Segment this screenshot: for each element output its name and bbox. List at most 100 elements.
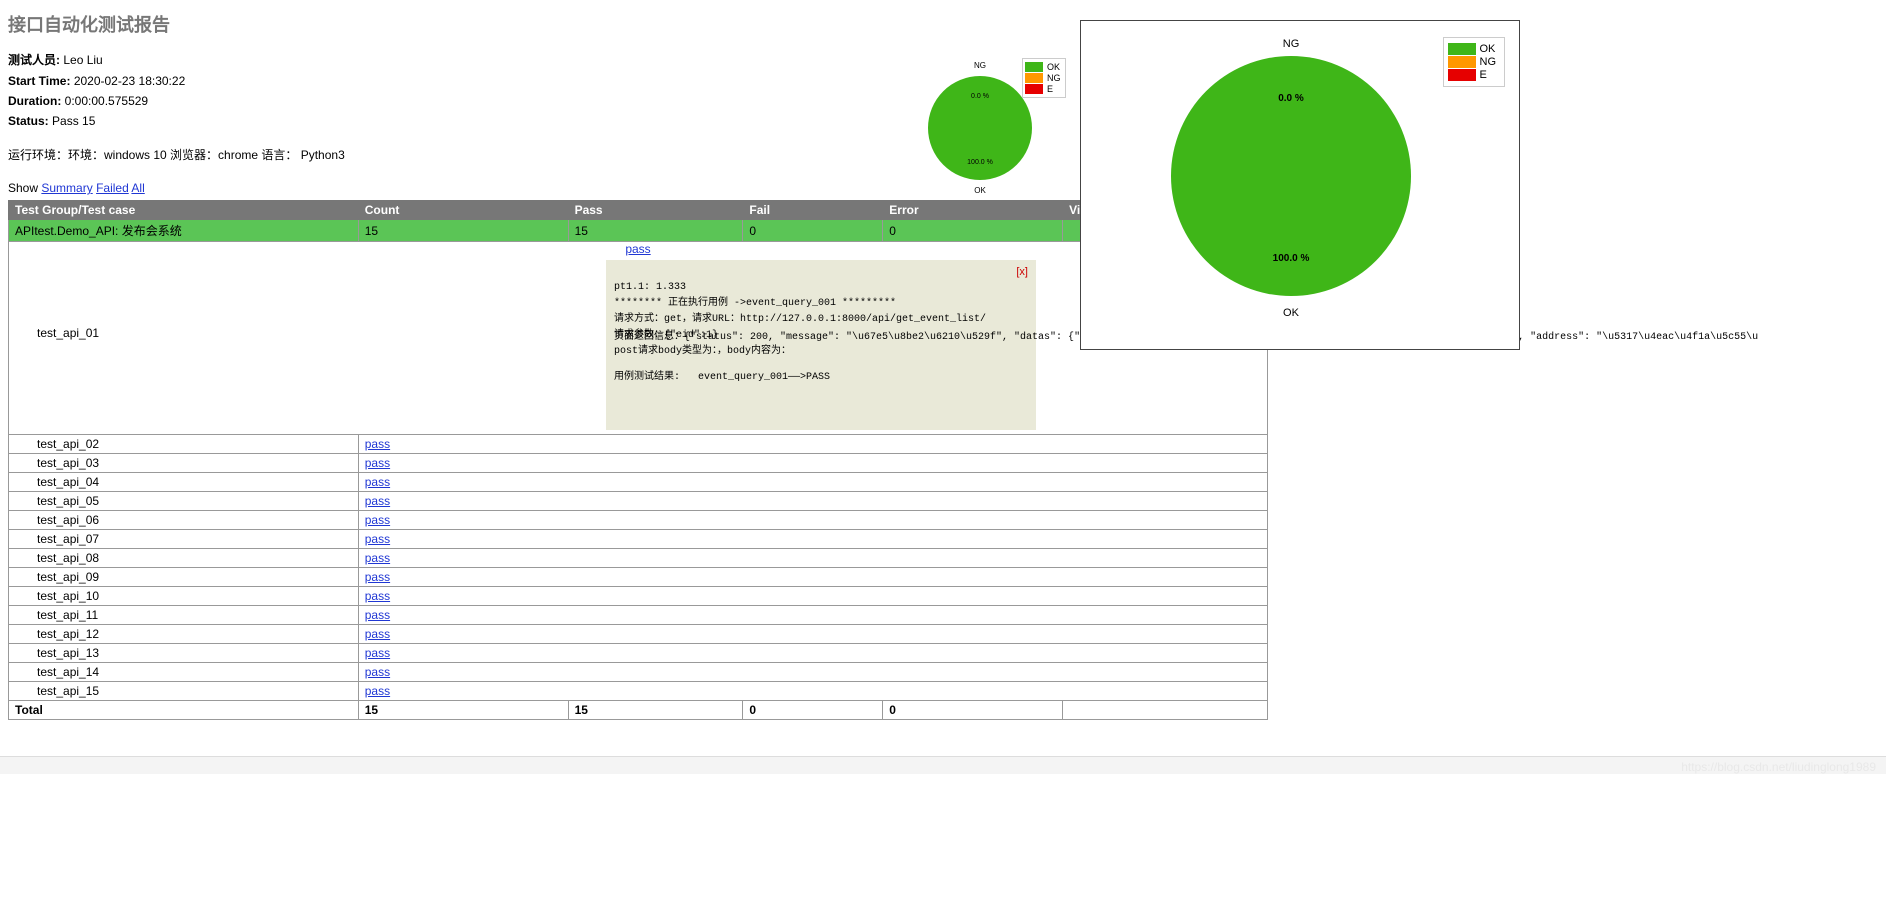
result-link[interactable]: pass <box>365 532 390 546</box>
case-name: test_api_14 <box>9 663 359 682</box>
legend-ng-swatch <box>1448 56 1476 68</box>
group-row: APItest.Demo_API: 发布会系统 15 15 0 0 <box>9 220 1268 242</box>
legend-e-label: E <box>1480 69 1487 81</box>
case-name: test_api_12 <box>9 625 359 644</box>
result-link[interactable]: pass <box>365 475 390 489</box>
case-result: pass <box>358 682 1267 701</box>
case-name: test_api_02 <box>9 435 359 454</box>
case-result: pass <box>358 549 1267 568</box>
result-link[interactable]: pass <box>365 646 390 660</box>
case-row: test_api_09 pass <box>9 568 1268 587</box>
result-link[interactable]: pass <box>365 665 390 679</box>
watermark-text: https://blog.csdn.net/liudinglong1989 <box>1681 760 1876 774</box>
large-pie-chart: NG 0.0 % 100.0 % OK OK NG E <box>1080 20 1520 350</box>
case-row: test_api_04pass <box>9 473 1268 492</box>
case-name: test_api_01 <box>37 326 99 340</box>
chart-small-bottom-label: OK <box>974 186 986 195</box>
summary-link[interactable]: Summary <box>41 181 92 195</box>
chart-small-top-pct: 0.0 % <box>971 93 989 100</box>
status-label: Status: <box>8 114 49 128</box>
case-result: pass <box>358 435 1267 454</box>
expanded-case-row: pass test_api_01 [x]pt1.1: 1.333 ******** … <box>9 242 1268 435</box>
legend-ng-label: NG <box>1047 73 1061 83</box>
all-link[interactable]: All <box>131 181 144 195</box>
case-result: pass <box>358 587 1267 606</box>
case-name: test_api_11 <box>9 606 359 625</box>
case-row: test_api_15 pass <box>9 682 1268 701</box>
total-error: 0 <box>883 701 1063 720</box>
group-error: 0 <box>883 220 1063 242</box>
col-fail: Fail <box>743 201 883 220</box>
case-row: test_api_05 pass <box>9 492 1268 511</box>
case-name: test_api_08 <box>9 549 359 568</box>
chart-small-top-label: NG <box>974 61 986 70</box>
legend-ok-swatch <box>1025 62 1043 72</box>
col-count: Count <box>358 201 568 220</box>
result-link[interactable]: pass <box>365 608 390 622</box>
table-header: Test Group/Test case Count Pass Fail Err… <box>9 201 1268 220</box>
group-pass: 15 <box>568 220 743 242</box>
case-result: pass <box>358 473 1267 492</box>
result-link[interactable]: pass <box>365 551 390 565</box>
small-legend: OK NG E <box>1022 58 1066 98</box>
case-name: test_api_10 <box>9 587 359 606</box>
total-fail: 0 <box>743 701 883 720</box>
result-link[interactable]: pass <box>365 437 390 451</box>
result-link[interactable]: pass <box>365 684 390 698</box>
chart-large-top-pct: 0.0 % <box>1278 93 1304 104</box>
result-link[interactable]: pass <box>625 242 650 256</box>
case-result: pass <box>358 644 1267 663</box>
case-name: test_api_13 <box>9 644 359 663</box>
case-result: pass <box>358 454 1267 473</box>
col-name: Test Group/Test case <box>9 201 359 220</box>
total-count: 15 <box>358 701 568 720</box>
result-link[interactable]: pass <box>365 456 390 470</box>
total-pass: 15 <box>568 701 743 720</box>
total-row: Total 15 15 0 0 <box>9 701 1268 720</box>
legend-ng-swatch <box>1025 73 1043 83</box>
col-error: Error <box>883 201 1063 220</box>
case-row: test_api_07 pass <box>9 530 1268 549</box>
tester-value: Leo Liu <box>63 53 102 67</box>
detail-output-box: [x]pt1.1: 1.333 ******** 正在执行用例 ->event_… <box>606 260 1036 430</box>
case-row: test_api_03 pass <box>9 454 1268 473</box>
duration-value: 0:00:00.575529 <box>65 94 148 108</box>
footer-bar <box>0 756 1886 774</box>
total-label: Total <box>9 701 359 720</box>
case-row: test_api_14 pass <box>9 663 1268 682</box>
page-title: 接口自动化测试报告 <box>8 11 1878 37</box>
legend-ng-label: NG <box>1480 56 1497 68</box>
case-row: test_api_08 pass <box>9 549 1268 568</box>
failed-link[interactable]: Failed <box>96 181 129 195</box>
case-row: test_api_02 pass <box>9 435 1268 454</box>
case-name: test_api_03 <box>9 454 359 473</box>
tester-label: 测试人员: <box>8 53 60 67</box>
result-link[interactable]: pass <box>365 627 390 641</box>
result-link[interactable]: pass <box>365 494 390 508</box>
case-name: test_api_06 <box>9 511 359 530</box>
chart-large-bottom-label: OK <box>1283 307 1300 319</box>
case-result: pass <box>358 530 1267 549</box>
case-name: test_api_07 <box>9 530 359 549</box>
case-name: test_api_15 <box>9 682 359 701</box>
chart-large-top-label: NG <box>1283 38 1300 50</box>
close-button[interactable]: [x] <box>1016 266 1028 278</box>
case-name: test_api_05 <box>9 492 359 511</box>
show-prefix: Show <box>8 181 38 195</box>
result-link[interactable]: pass <box>365 513 390 527</box>
group-fail: 0 <box>743 220 883 242</box>
legend-e-swatch <box>1025 84 1043 94</box>
legend-e-swatch <box>1448 69 1476 81</box>
result-link[interactable]: pass <box>365 570 390 584</box>
large-legend: OK NG E <box>1443 37 1506 87</box>
case-result: pass <box>358 606 1267 625</box>
case-name: test_api_09 <box>9 568 359 587</box>
case-result: pass <box>358 568 1267 587</box>
case-result: pass <box>358 625 1267 644</box>
total-view <box>1063 701 1268 720</box>
case-result: pass <box>358 663 1267 682</box>
legend-e-label: E <box>1047 84 1053 94</box>
duration-label: Duration: <box>8 94 61 108</box>
group-name: APItest.Demo_API: 发布会系统 <box>9 220 359 242</box>
result-link[interactable]: pass <box>365 589 390 603</box>
